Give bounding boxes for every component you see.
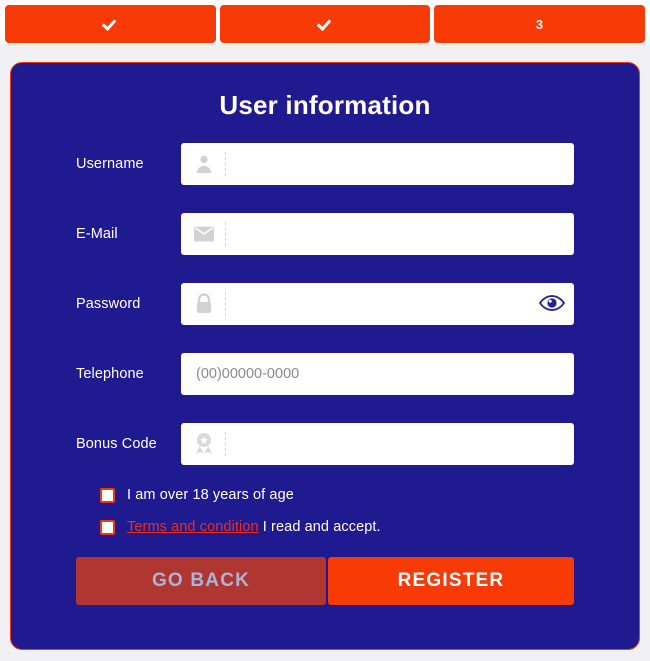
username-field-wrapper[interactable] bbox=[181, 143, 574, 185]
username-label: Username bbox=[76, 156, 144, 172]
age-confirmation-row: I am over 18 years of age bbox=[100, 487, 574, 503]
password-field-wrapper[interactable] bbox=[181, 283, 574, 325]
stepper-step-1[interactable] bbox=[5, 5, 216, 43]
age-confirmation-label: I am over 18 years of age bbox=[127, 487, 294, 503]
check-icon bbox=[319, 18, 332, 31]
terms-and-conditions-link[interactable]: Terms and condition bbox=[127, 519, 259, 535]
agreement-checkbox-group: I am over 18 years of age Terms and cond… bbox=[76, 487, 574, 535]
password-label: Password bbox=[76, 296, 141, 312]
bonus-code-field-wrapper[interactable] bbox=[181, 423, 574, 465]
terms-acceptance-checkbox[interactable] bbox=[100, 519, 115, 535]
check-icon bbox=[104, 18, 117, 31]
email-field-wrapper[interactable] bbox=[181, 213, 574, 255]
bonus-code-input[interactable] bbox=[227, 424, 574, 464]
bonus-code-label: Bonus Code bbox=[76, 436, 157, 452]
stepper-card-gap bbox=[0, 44, 650, 62]
terms-acceptance-row: Terms and condition I read and accept. bbox=[100, 519, 574, 535]
email-label: E-Mail bbox=[76, 226, 118, 242]
user-information-card: User information Username E-Mail Passwor… bbox=[10, 62, 640, 650]
medal-icon bbox=[181, 423, 227, 465]
stepper-step-2[interactable] bbox=[219, 5, 431, 43]
eye-icon bbox=[538, 294, 566, 314]
form-row-telephone: Telephone bbox=[76, 353, 574, 395]
user-icon bbox=[181, 143, 227, 185]
terms-acceptance-rest-text: I read and accept. bbox=[258, 519, 381, 535]
terms-acceptance-label: Terms and condition I read and accept. bbox=[127, 519, 381, 535]
telephone-label: Telephone bbox=[76, 366, 144, 382]
stepper-step-3[interactable]: 3 bbox=[434, 5, 646, 43]
go-back-button[interactable]: GO BACK bbox=[76, 557, 326, 605]
form-row-username: Username bbox=[76, 143, 574, 185]
email-input[interactable] bbox=[227, 214, 574, 254]
envelope-icon bbox=[181, 213, 227, 255]
username-input[interactable] bbox=[227, 144, 574, 184]
registration-stepper: 3 bbox=[0, 0, 650, 44]
stepper-step-3-label: 3 bbox=[535, 16, 544, 32]
form-actions: GO BACK REGISTER bbox=[76, 557, 574, 605]
telephone-field-wrapper[interactable] bbox=[181, 353, 574, 395]
age-confirmation-checkbox[interactable] bbox=[100, 487, 115, 503]
lock-icon bbox=[181, 283, 227, 325]
page-title: User information bbox=[219, 90, 431, 120]
form-row-email: E-Mail bbox=[76, 213, 574, 255]
telephone-input[interactable] bbox=[181, 354, 574, 394]
form-row-password: Password bbox=[76, 283, 574, 325]
form-row-bonus-code: Bonus Code bbox=[76, 423, 574, 465]
register-button[interactable]: REGISTER bbox=[328, 557, 574, 605]
toggle-password-visibility-button[interactable] bbox=[530, 283, 574, 325]
password-input[interactable] bbox=[227, 284, 530, 324]
